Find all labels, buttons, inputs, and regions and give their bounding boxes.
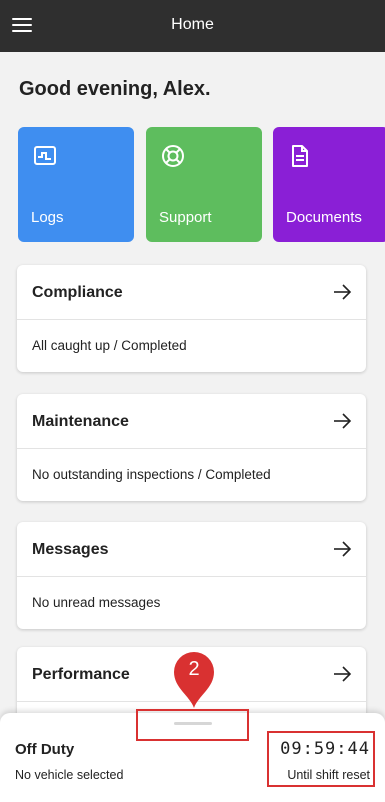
quick-action-tiles: Logs Support Documents [18, 127, 385, 243]
card-messages[interactable]: Messages No unread messages [17, 522, 366, 629]
arrow-right-icon[interactable] [332, 282, 352, 302]
tile-documents-label: Documents [286, 209, 362, 226]
tile-logs[interactable]: Logs [18, 127, 134, 242]
greeting-text: Good evening, Alex. [19, 78, 211, 100]
lifebuoy-icon [162, 145, 184, 167]
card-title: Performance [32, 666, 130, 683]
tile-logs-label: Logs [31, 209, 64, 226]
card-title: Compliance [32, 284, 123, 301]
card-status-text: No unread messages [32, 595, 161, 610]
arrow-right-icon[interactable] [332, 539, 352, 559]
annotation-highlight-timer [267, 731, 375, 787]
top-app-bar: Home [0, 0, 385, 52]
duty-status: Off Duty [15, 741, 75, 758]
card-title: Messages [32, 541, 109, 558]
card-compliance[interactable]: Compliance All caught up / Completed [17, 265, 366, 372]
card-status-text: No outstanding inspections / Completed [32, 467, 271, 482]
card-maintenance[interactable]: Maintenance No outstanding inspections /… [17, 394, 366, 501]
card-status-text: All caught up / Completed [32, 338, 187, 353]
tile-documents[interactable]: Documents [273, 127, 385, 242]
document-icon [292, 145, 308, 167]
arrow-right-icon[interactable] [332, 664, 352, 684]
card-title: Maintenance [32, 413, 129, 430]
tile-support[interactable]: Support [146, 127, 262, 242]
annotation-marker-label: 2 [188, 658, 200, 680]
tile-support-label: Support [159, 209, 212, 226]
page-title: Home [171, 16, 214, 33]
vehicle-status: No vehicle selected [15, 768, 124, 782]
arrow-right-icon[interactable] [332, 411, 352, 431]
annotation-highlight-handle [136, 709, 249, 741]
logs-chart-icon [34, 146, 56, 165]
